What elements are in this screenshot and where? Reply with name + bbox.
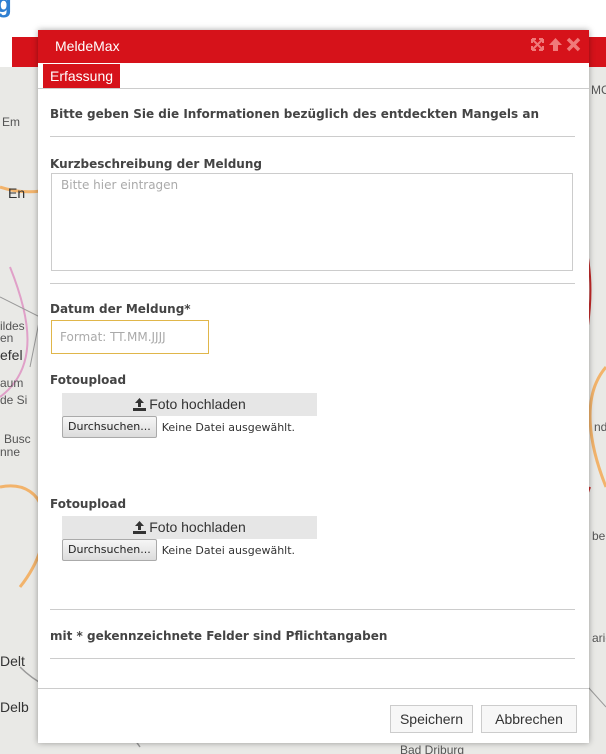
- close-icon[interactable]: [566, 37, 581, 52]
- dialog-title: MeldeMax: [55, 38, 120, 54]
- divider: [50, 658, 575, 659]
- meldemax-dialog: MeldeMax Erfassung Bitte geben Sie die I…: [38, 30, 589, 743]
- browse-button[interactable]: Durchsuchen...: [62, 416, 157, 438]
- map-label: MC: [591, 83, 606, 97]
- file-input-row: Durchsuchen... Keine Datei ausgewählt.: [62, 416, 295, 438]
- upload-icon: [133, 518, 147, 541]
- map-label: en: [0, 331, 14, 345]
- map-label: arie: [592, 631, 606, 645]
- file-input-row: Durchsuchen... Keine Datei ausgewählt.: [62, 539, 295, 561]
- map-label: nd: [594, 420, 606, 434]
- date-input[interactable]: [51, 320, 209, 354]
- description-textarea[interactable]: [51, 173, 573, 271]
- divider: [50, 283, 575, 284]
- map-label: Busc: [4, 432, 31, 446]
- tab-divider: [38, 88, 589, 89]
- map-label: de Si: [0, 393, 28, 407]
- title-icons: [530, 37, 581, 52]
- map-label: berg: [592, 529, 606, 543]
- browse-button[interactable]: Durchsuchen...: [62, 539, 157, 561]
- collapse-icon[interactable]: [548, 37, 563, 52]
- map-label: aum: [0, 376, 24, 390]
- map-label: efel: [0, 347, 23, 363]
- photo-upload-label: Fotoupload: [50, 373, 127, 387]
- app-heading: g: [0, 0, 12, 18]
- divider: [50, 136, 575, 137]
- photo-upload-button[interactable]: Foto hochladen: [62, 393, 317, 416]
- file-status: Keine Datei ausgewählt.: [161, 543, 296, 557]
- footer-divider: [38, 688, 589, 689]
- photo-upload-button-label: Foto hochladen: [149, 519, 246, 535]
- photo-upload-button[interactable]: Foto hochladen: [62, 516, 317, 539]
- divider: [50, 609, 575, 610]
- intro-text: Bitte geben Sie die Informationen bezügl…: [50, 107, 539, 121]
- expand-icon[interactable]: [530, 37, 545, 52]
- file-status: Keine Datei ausgewählt.: [161, 420, 296, 434]
- save-button[interactable]: Speichern: [390, 705, 473, 733]
- upload-icon: [133, 395, 147, 418]
- photo-upload-button-label: Foto hochladen: [149, 396, 246, 412]
- map-label: En: [8, 185, 26, 201]
- map-label: Delt: [0, 653, 25, 669]
- cancel-button[interactable]: Abbrechen: [481, 705, 577, 733]
- date-label: Datum der Meldung*: [50, 302, 191, 316]
- photo-upload-label: Fotoupload: [50, 497, 127, 511]
- tab-erfassung[interactable]: Erfassung: [43, 64, 121, 88]
- dialog-titlebar[interactable]: MeldeMax: [38, 30, 589, 63]
- required-note: mit * gekennzeichnete Felder sind Pflich…: [50, 629, 388, 643]
- map-label: nne: [0, 445, 21, 459]
- map-label: Delb: [0, 699, 29, 715]
- map-label: Em: [2, 115, 20, 129]
- map-label: Bad Driburg: [400, 743, 465, 754]
- description-label: Kurzbeschreibung der Meldung: [50, 157, 262, 171]
